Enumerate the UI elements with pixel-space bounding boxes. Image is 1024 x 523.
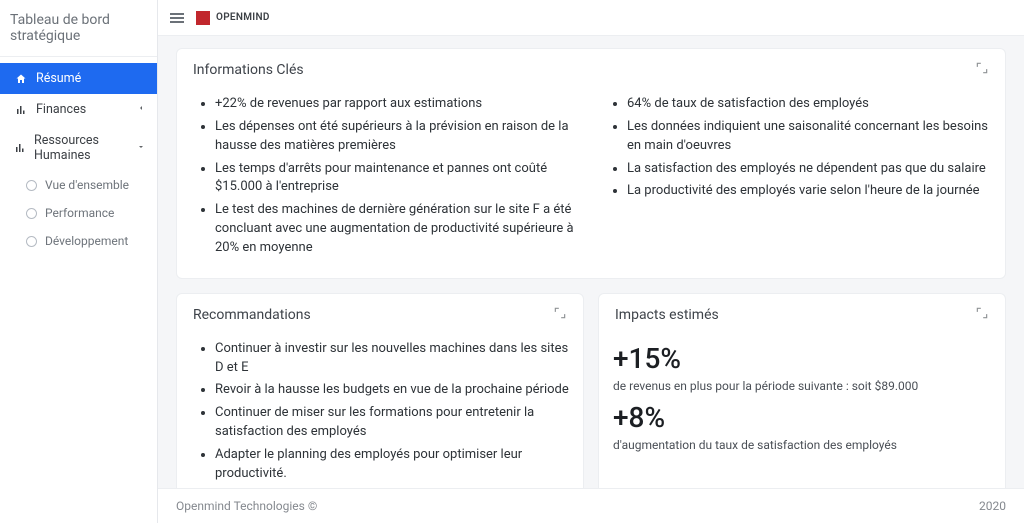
radio-icon [26,208,37,219]
list-item: Revoir à la hausse les budgets en vue de… [215,381,569,400]
list-item: Adapter le planning des employés pour op… [215,446,569,484]
sidebar-subitem-label: Vue d'ensemble [45,178,129,192]
sidebar-item-label: Résumé [36,71,81,86]
brand-name: OPENMIND [216,12,270,23]
brand-logo-icon [196,11,210,25]
sidebar-subitem-label: Développement [45,234,128,248]
sidebar: Tableau de bord stratégique Résumé Finan… [0,0,158,523]
list-item: Les données indiquient une saisonalité c… [627,118,991,156]
key-info-right-list: 64% de taux de satisfaction des employés… [603,91,991,262]
list-item: Continuer à investir sur les nouvelles m… [215,340,569,378]
impact-figure: +15% [613,342,991,375]
sidebar-submenu-rh: Vue d'ensemble Performance Développement [0,171,157,255]
card-title: Impacts estimés [615,307,719,323]
sidebar-item-finances[interactable]: Finances [0,94,157,125]
list-item: La satisfaction des employés ne dépenden… [627,160,991,179]
sidebar-item-label: Ressources Humaines [34,133,129,163]
impact-caption: d'augmentation du taux de satisfaction d… [613,438,991,452]
card-title: Recommandations [193,307,311,323]
expand-icon[interactable] [553,306,567,324]
sidebar-item-label: Finances [36,102,86,117]
home-icon [14,72,28,86]
radio-icon [26,236,37,247]
footer-year: 2020 [979,499,1006,513]
card-recommendations: Recommandations Continuer à investir sur… [176,293,584,488]
recommendations-list: Continuer à investir sur les nouvelles m… [191,340,569,484]
sidebar-item-rh[interactable]: Ressources Humaines [0,125,157,171]
chart-icon [14,141,26,155]
expand-icon[interactable] [975,306,989,324]
sidebar-subitem-performance[interactable]: Performance [10,199,157,227]
footer: Openmind Technologies © 2020 [158,488,1024,523]
radio-icon [26,180,37,191]
footer-copyright: Openmind Technologies © [176,499,317,513]
list-item: Les temps d'arrêts pour maintenance et p… [215,160,579,198]
card-key-info: Informations Clés +22% de revenues par r… [176,48,1006,279]
content: Informations Clés +22% de revenues par r… [158,36,1024,488]
list-item: +22% de revenues par rapport aux estimat… [215,95,579,114]
expand-icon[interactable] [975,61,989,79]
chevron-left-icon [137,104,145,115]
card-impacts: Impacts estimés +15% de revenus en plus … [598,293,1006,488]
list-item: Continuer de miser sur les formations po… [215,404,569,442]
sidebar-subitem-label: Performance [45,206,114,220]
brand: OPENMIND [196,11,270,25]
key-info-left-list: +22% de revenues par rapport aux estimat… [191,91,579,262]
list-item: Les dépenses ont été supérieurs à la pré… [215,118,579,156]
impact-figure: +8% [613,401,991,434]
menu-icon[interactable] [170,13,184,23]
impact-caption: de revenus en plus pour la période suiva… [613,379,991,393]
chevron-down-icon [137,143,145,154]
sidebar-item-resume[interactable]: Résumé [0,63,157,94]
sidebar-subitem-vue[interactable]: Vue d'ensemble [10,171,157,199]
topbar: OPENMIND [158,0,1024,36]
sidebar-nav: Résumé Finances Ressources Humaines [0,57,157,255]
card-title: Informations Clés [193,62,304,78]
app-title: Tableau de bord stratégique [0,0,157,57]
list-item: Le test des machines de dernière générat… [215,201,579,258]
list-item: La productivité des employés varie selon… [627,182,991,201]
list-item: 64% de taux de satisfaction des employés [627,95,991,114]
chart-icon [14,103,28,117]
main: OPENMIND Informations Clés +22% de reven… [158,0,1024,523]
sidebar-subitem-developpement[interactable]: Développement [10,227,157,255]
